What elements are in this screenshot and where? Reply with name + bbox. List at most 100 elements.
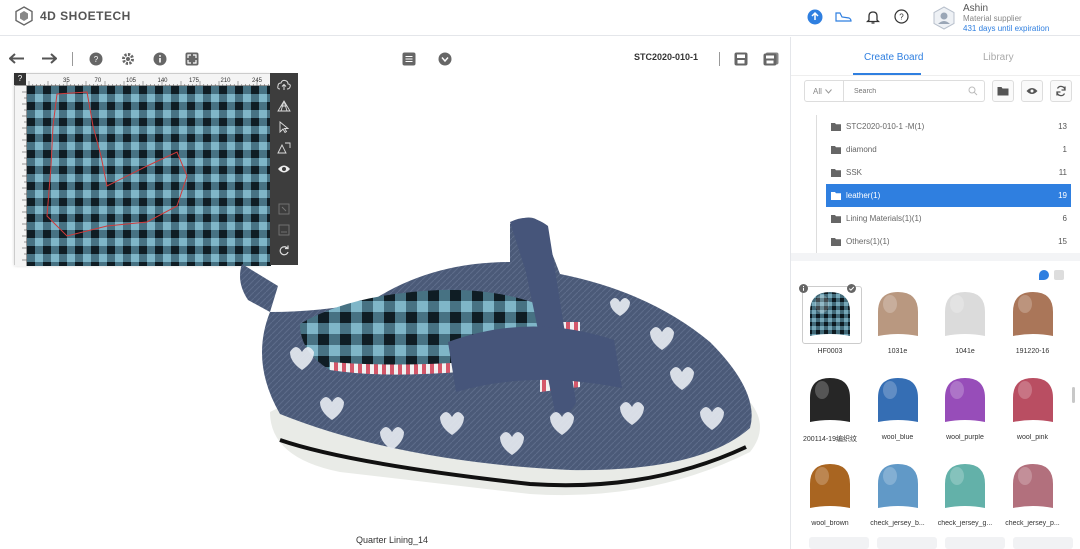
material-card[interactable]: 191220-16: [1002, 286, 1064, 362]
bell-icon[interactable]: [864, 8, 881, 25]
save-as-icon[interactable]: [762, 50, 780, 68]
material-card[interactable]: check_jersey_p...: [1002, 458, 1064, 534]
divider: [791, 253, 1080, 261]
shoe-icon[interactable]: [835, 8, 852, 25]
divider: [719, 52, 720, 66]
refresh-button[interactable]: [1050, 80, 1072, 102]
material-swatch: [945, 378, 985, 422]
folder-tree-line: [816, 115, 817, 253]
material-card[interactable]: HF0003: [799, 284, 862, 362]
chat-icon[interactable]: [1039, 270, 1049, 280]
eye-icon: [1026, 88, 1038, 94]
folder-count: 19: [1058, 191, 1067, 200]
user-profile[interactable]: Ashin Material supplier 431 days until e…: [932, 3, 1049, 34]
ruler-horizontal: 35 70 105 140 175 210 245: [15, 74, 271, 87]
eye-icon[interactable]: [275, 161, 293, 177]
folder-label: Lining Materials(1)(1): [846, 214, 922, 223]
category-select[interactable]: All: [804, 80, 844, 102]
material-card[interactable]: check_jersey_b...: [867, 458, 929, 534]
material-card[interactable]: wool_pink: [1002, 372, 1064, 448]
folder-item[interactable]: STC2020-010-1 -M(1) 13: [826, 115, 1071, 138]
top-bar: 4D SHOETECH ? Ashin Material supplier 43…: [0, 0, 1080, 36]
material-swatch: [877, 464, 918, 508]
category-select-value: All: [813, 86, 822, 96]
search-input[interactable]: [854, 87, 964, 95]
folder-count: 13: [1058, 122, 1067, 131]
tab-library[interactable]: Library: [983, 52, 1014, 63]
selected-part-label: Quarter Lining_14: [356, 535, 429, 545]
tab-create-board[interactable]: Create Board: [864, 52, 923, 63]
folder-icon: [831, 214, 841, 223]
folder-icon: [831, 237, 841, 246]
gear-icon[interactable]: [119, 50, 137, 68]
material-card[interactable]: 1031e: [867, 286, 929, 362]
folder-label: Others(1)(1): [846, 237, 890, 246]
material-card[interactable]: 200114-19编织纹: [799, 372, 861, 448]
material-card[interactable]: wool_brown: [799, 458, 861, 534]
transform-icon[interactable]: [275, 140, 293, 156]
material-swatch: [1012, 292, 1053, 336]
refresh-icon: [1056, 85, 1066, 97]
preview-button[interactable]: [1021, 80, 1043, 102]
mesh-icon[interactable]: [275, 98, 293, 114]
help-circle-icon[interactable]: ?: [87, 50, 105, 68]
undo-icon[interactable]: [8, 50, 26, 68]
viewport[interactable]: ? STC2020-010-1 35 70 105 140 175 210 245: [0, 37, 790, 549]
search-icon[interactable]: [968, 86, 978, 96]
check-circle-icon[interactable]: [847, 284, 856, 293]
folder-list: STC2020-010-1 -M(1) 13 diamond 1 SSK 11 …: [826, 115, 1071, 253]
material-swatch: [810, 378, 850, 422]
pagination-placeholder: [809, 537, 1073, 549]
folder-icon: [831, 122, 841, 131]
scrollbar[interactable]: [1072, 387, 1075, 403]
search-box[interactable]: [844, 80, 985, 102]
info-icon[interactable]: [151, 50, 169, 68]
folder-button[interactable]: [992, 80, 1014, 102]
subscription-expiry: 431 days until expiration: [963, 24, 1050, 33]
save-icon[interactable]: [732, 50, 750, 68]
grid-view-icon[interactable]: [1054, 270, 1064, 280]
pattern-help-badge[interactable]: ?: [14, 73, 26, 85]
shoe-3d-model[interactable]: [230, 202, 770, 502]
folder-label: diamond: [846, 145, 877, 154]
folder-item[interactable]: Lining Materials(1)(1) 6: [826, 207, 1071, 230]
divider: [791, 75, 1080, 76]
material-name: 1031e: [887, 348, 908, 355]
folder-item-selected[interactable]: leather(1) 19: [826, 184, 1071, 207]
folder-item[interactable]: diamond 1: [826, 138, 1071, 161]
help-icon[interactable]: ?: [893, 8, 910, 25]
material-name: 1041e: [955, 348, 975, 355]
material-card[interactable]: wool_purple: [934, 372, 996, 448]
ruler-label: 105: [126, 78, 137, 84]
cloud-upload-icon[interactable]: [275, 77, 293, 93]
dropdown-circle-icon[interactable]: [436, 50, 454, 68]
material-card[interactable]: 1041e: [934, 286, 996, 362]
folder-count: 15: [1058, 237, 1067, 246]
user-name: Ashin: [963, 3, 989, 14]
redo-icon[interactable]: [40, 50, 58, 68]
placeholder-pill: [809, 537, 869, 549]
folder-label: leather(1): [846, 191, 881, 200]
list-view-icon[interactable]: [400, 50, 418, 68]
folder-item[interactable]: Others(1)(1) 15: [826, 230, 1071, 253]
material-sidebar: Create Board Library All STC2020-010-1 -…: [790, 37, 1080, 549]
folder-item[interactable]: SSK 11: [826, 161, 1071, 184]
fit-view-icon[interactable]: [183, 50, 201, 68]
material-swatch: [810, 464, 850, 508]
model-id: STC2020-010-1: [634, 52, 699, 62]
info-icon[interactable]: [799, 284, 808, 293]
material-swatch: [1012, 464, 1053, 508]
folder-icon: [831, 168, 841, 177]
upload-icon[interactable]: [806, 8, 823, 25]
ruler-label: 140: [158, 78, 169, 84]
material-name: check_jersey_p...: [1005, 520, 1060, 527]
svg-text:?: ?: [899, 13, 904, 22]
material-card[interactable]: wool_blue: [867, 372, 929, 448]
cursor-icon[interactable]: [275, 119, 293, 135]
ruler-label: 175: [189, 78, 200, 84]
material-swatch: [877, 378, 918, 422]
logo[interactable]: 4D SHOETECH: [14, 6, 131, 26]
material-card[interactable]: check_jersey_g...: [934, 458, 996, 534]
material-swatch: [877, 292, 918, 336]
folder-count: 6: [1062, 214, 1067, 223]
